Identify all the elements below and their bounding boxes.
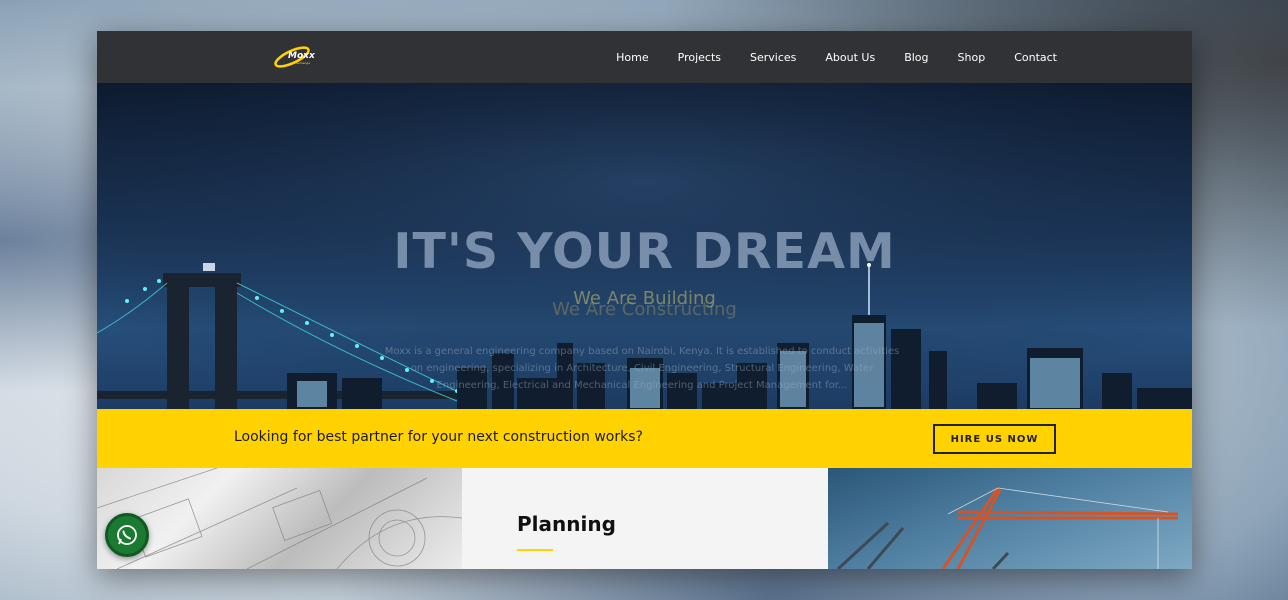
nav-home[interactable]: Home	[616, 51, 648, 64]
hire-us-button[interactable]: HIRE US NOW	[933, 424, 1056, 454]
nav-shop[interactable]: Shop	[958, 51, 986, 64]
cta-banner: Looking for best partner for your next c…	[97, 409, 1192, 468]
cta-text: Looking for best partner for your next c…	[234, 429, 643, 445]
website-screenshot: Moxx Samanga Home Projects Services Abou…	[97, 31, 1192, 569]
blueprint-image	[97, 468, 462, 569]
hero-subtitle-constructing: We Are Constructing	[552, 299, 737, 320]
moxx-logo[interactable]: Moxx Samanga	[272, 42, 320, 68]
svg-text:Samanga: Samanga	[296, 61, 310, 65]
planning-underline	[517, 549, 553, 551]
site-header: Moxx Samanga Home Projects Services Abou…	[97, 31, 1192, 83]
whatsapp-icon	[117, 525, 137, 545]
nav-services[interactable]: Services	[750, 51, 796, 64]
nav-contact[interactable]: Contact	[1014, 51, 1057, 64]
hero-section: IT'S YOUR DREAM We Are Building We Are C…	[97, 83, 1192, 409]
main-nav: Home Projects Services About Us Blog Sho…	[587, 31, 1057, 83]
svg-text:Moxx: Moxx	[288, 51, 316, 61]
nav-projects[interactable]: Projects	[678, 51, 721, 64]
whatsapp-button[interactable]	[105, 513, 149, 557]
hero-description: Moxx is a general engineering company ba…	[384, 346, 900, 391]
planning-card[interactable]: Planning	[462, 468, 828, 569]
nav-about-us[interactable]: About Us	[825, 51, 875, 64]
crane-image	[828, 468, 1192, 569]
nav-blog[interactable]: Blog	[904, 51, 928, 64]
hero-title: IT'S YOUR DREAM	[393, 223, 896, 280]
planning-title: Planning	[517, 512, 616, 536]
